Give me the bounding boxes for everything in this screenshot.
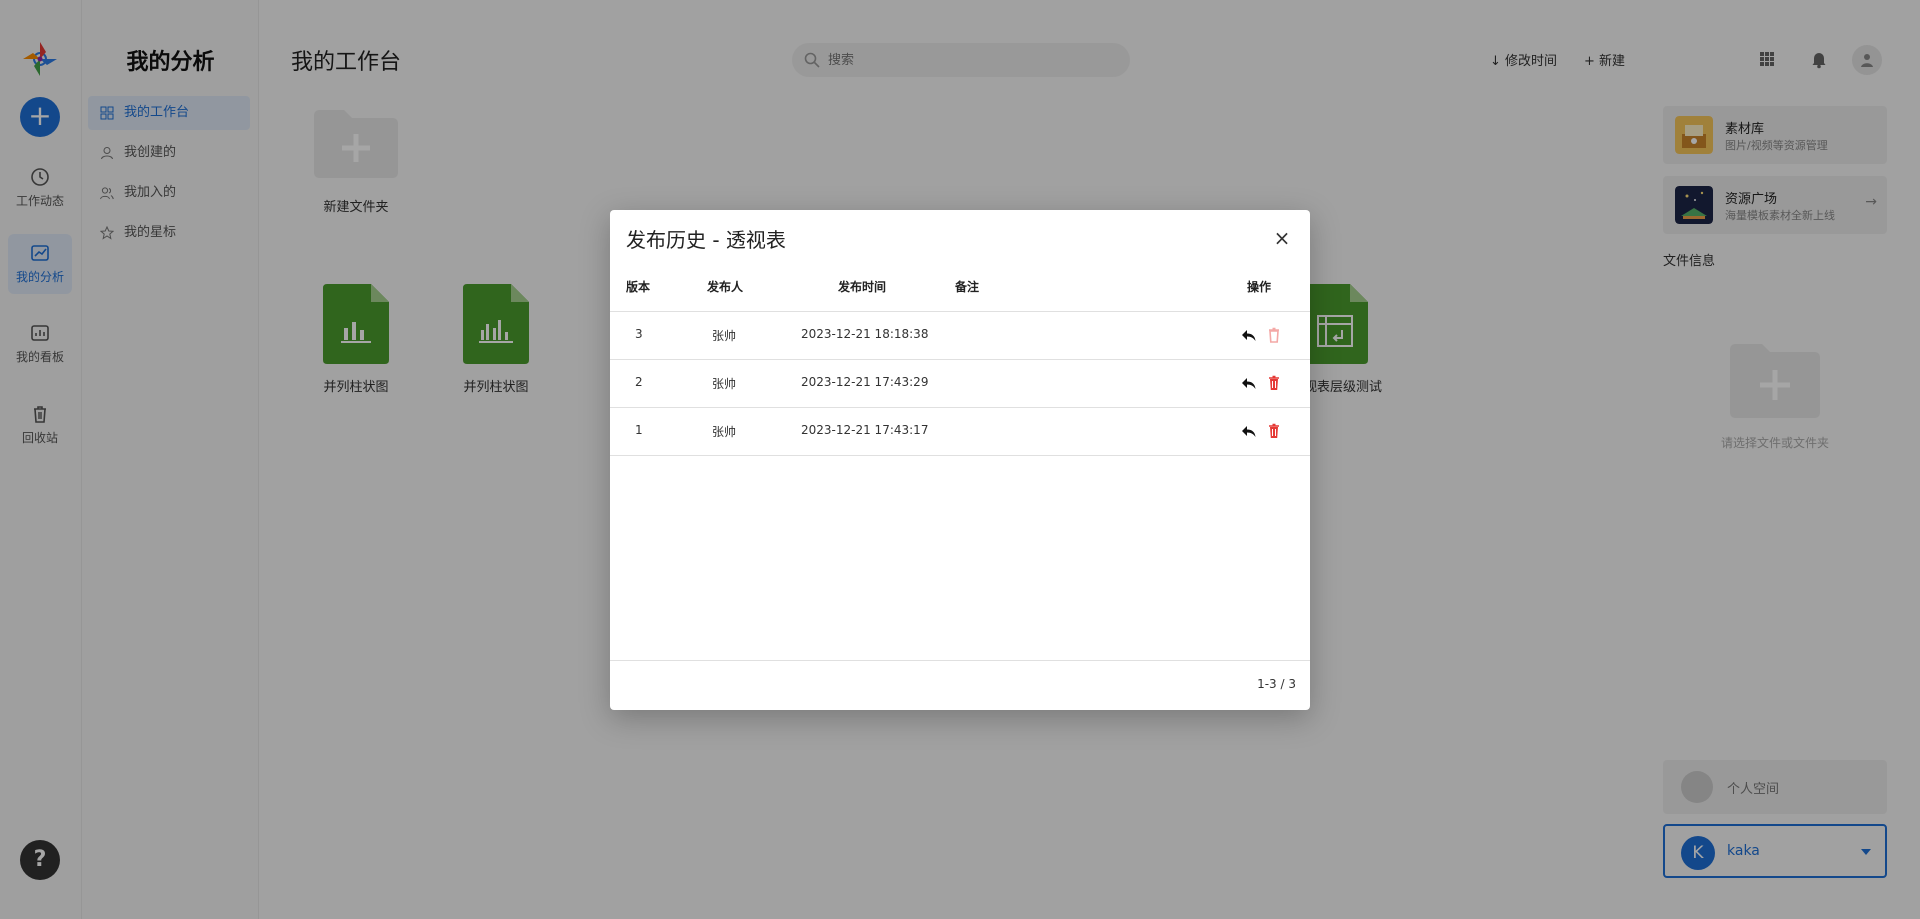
- delete-icon[interactable]: [1265, 326, 1283, 344]
- close-icon[interactable]: ×: [1270, 226, 1294, 250]
- cell-version: 3: [635, 327, 643, 341]
- cell-time: 2023-12-21 18:18:38: [801, 327, 929, 341]
- pagination-info: 1-3 / 3: [1257, 677, 1296, 691]
- cell-publisher: 张帅: [712, 329, 737, 343]
- cell-version: 2: [635, 375, 643, 389]
- column-header-version: 版本: [626, 280, 651, 294]
- table-row: 1 张帅 2023-12-21 17:43:17: [610, 408, 1310, 456]
- cell-publisher: 张帅: [712, 425, 737, 439]
- rollback-icon[interactable]: [1240, 326, 1258, 344]
- rollback-icon[interactable]: [1240, 374, 1258, 392]
- cell-publisher: 张帅: [712, 377, 737, 391]
- cell-version: 1: [635, 423, 643, 437]
- publish-history-dialog: 发布历史 - 透视表 × 版本 发布人 发布时间 备注 操作 3 张帅 2023…: [610, 210, 1310, 710]
- column-header-time: 发布时间: [838, 280, 887, 294]
- footer-divider: [610, 660, 1310, 661]
- cell-time: 2023-12-21 17:43:17: [801, 423, 929, 437]
- delete-icon[interactable]: [1265, 374, 1283, 392]
- delete-icon[interactable]: [1265, 422, 1283, 440]
- table-row: 3 张帅 2023-12-21 18:18:38: [610, 312, 1310, 360]
- column-header-actions: 操作: [1247, 280, 1272, 294]
- table-row: 2 张帅 2023-12-21 17:43:29: [610, 360, 1310, 408]
- cell-time: 2023-12-21 17:43:29: [801, 375, 929, 389]
- column-header-publisher: 发布人: [707, 280, 744, 294]
- dialog-title: 发布历史 - 透视表: [626, 228, 786, 252]
- column-header-note: 备注: [955, 280, 980, 294]
- rollback-icon[interactable]: [1240, 422, 1258, 440]
